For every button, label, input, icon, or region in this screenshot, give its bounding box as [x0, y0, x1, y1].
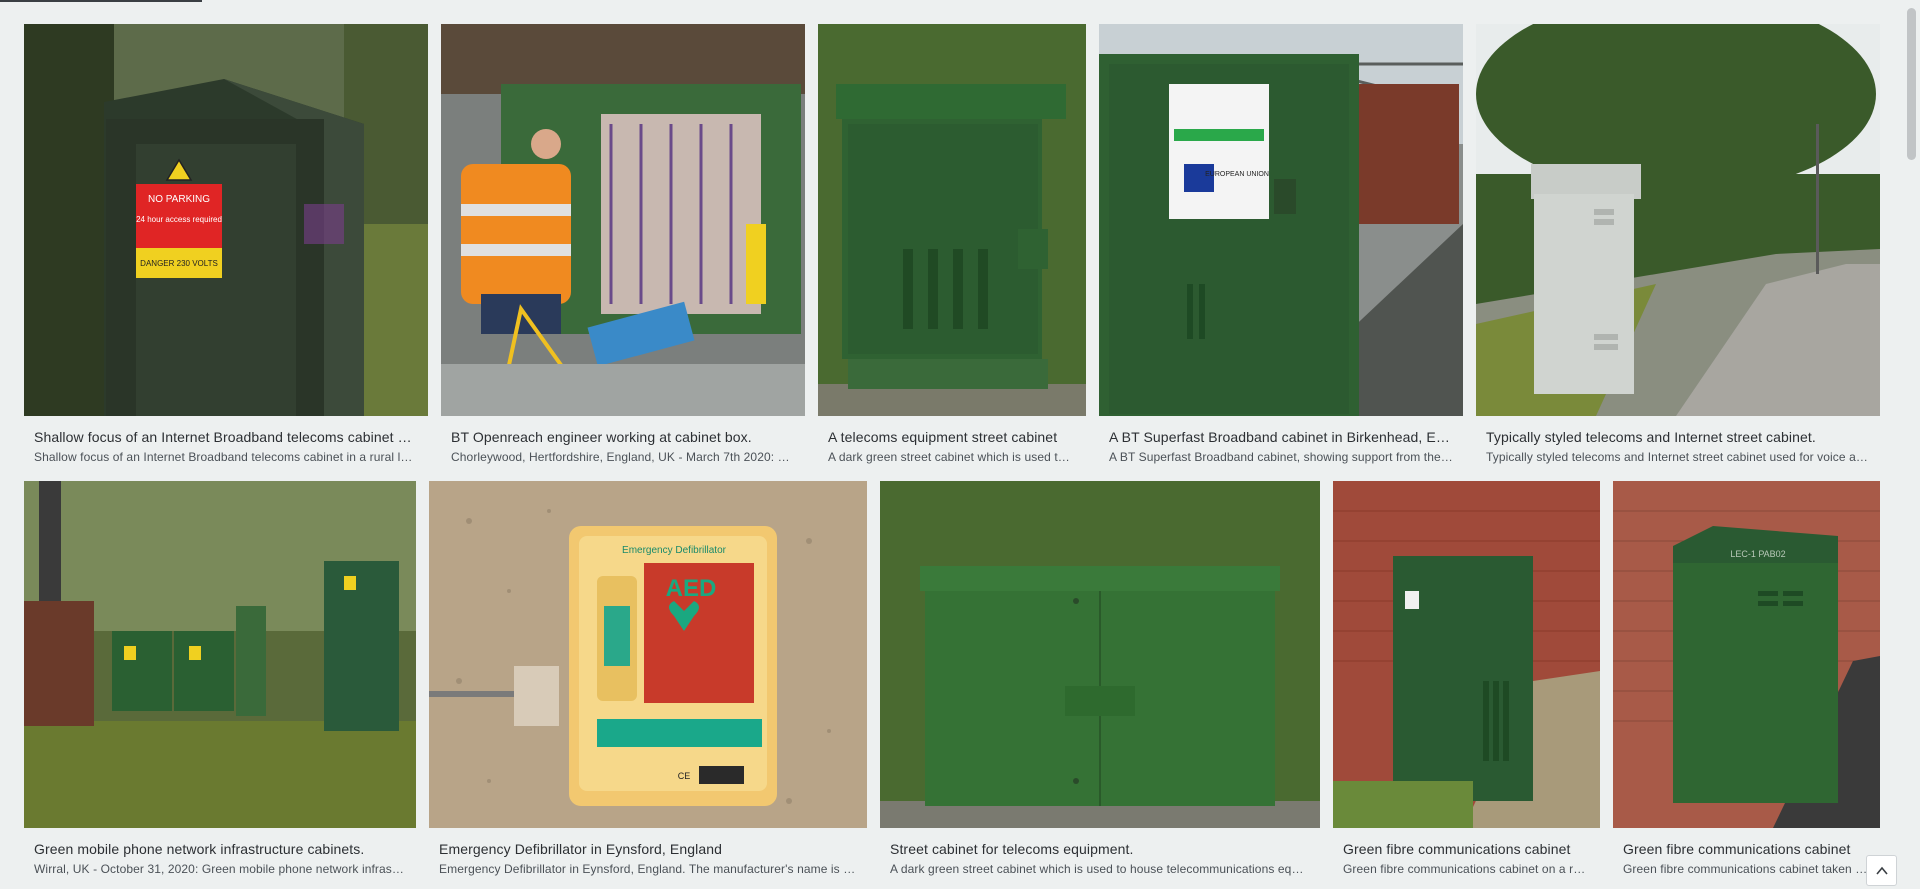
image-description: Green fibre communications cabinet on a …	[1343, 862, 1590, 876]
top-tab-indicator	[0, 0, 202, 2]
image-description: A dark green street cabinet which is use…	[890, 862, 1310, 876]
image-title[interactable]: A telecoms equipment street cabinet	[828, 428, 1076, 446]
image-card[interactable]: Green fibre communications cabinet Green…	[1333, 481, 1600, 889]
thumbnail[interactable]	[880, 481, 1320, 828]
street-cabinet-photo-image	[880, 481, 1320, 828]
thumbnail[interactable]	[1333, 481, 1600, 828]
image-title[interactable]: Emergency Defibrillator in Eynsford, Eng…	[439, 840, 857, 858]
caption: Shallow focus of an Internet Broadband t…	[24, 416, 428, 465]
caption: Street cabinet for telecoms equipment. A…	[880, 828, 1320, 877]
image-title[interactable]: Green fibre communications cabinet	[1343, 840, 1590, 858]
thumbnail[interactable]: LEC-1 PAB02	[1613, 481, 1880, 828]
caption: BT Openreach engineer working at cabinet…	[441, 416, 805, 465]
broadband-cabinet-photo-image: EUROPEAN UNION	[1099, 24, 1463, 416]
image-title[interactable]: Typically styled telecoms and Internet s…	[1486, 428, 1870, 446]
image-card[interactable]: Typically styled telecoms and Internet s…	[1476, 24, 1880, 466]
caption: Green fibre communications cabinet Green…	[1613, 828, 1880, 877]
sign-danger: DANGER 230 VOLTS	[140, 259, 218, 268]
fibre-cabinet-brick-photo-image: LEC-1 PAB02	[1613, 481, 1880, 828]
white-cabinet-photo-image	[1476, 24, 1880, 416]
caption: Emergency Defibrillator in Eynsford, Eng…	[429, 828, 867, 877]
thumbnail[interactable]: NO PARKING 24 hour access required DANGE…	[24, 24, 428, 416]
image-card[interactable]: Emergency Defibrillator AED CE Emergency…	[429, 481, 867, 889]
thumbnail[interactable]: Emergency Defibrillator AED CE	[429, 481, 867, 828]
image-card[interactable]: EUROPEAN UNION A BT Superfast Broadband …	[1099, 24, 1463, 466]
image-title[interactable]: A BT Superfast Broadband cabinet in Birk…	[1109, 428, 1453, 446]
image-description: Wirral, UK - October 31, 2020: Green mob…	[34, 862, 406, 876]
image-card[interactable]: LEC-1 PAB02 Green fibre communications c…	[1613, 481, 1880, 889]
image-title[interactable]: BT Openreach engineer working at cabinet…	[451, 428, 795, 446]
thumbnail[interactable]	[441, 24, 805, 416]
thumbnail[interactable]: EUROPEAN UNION	[1099, 24, 1463, 416]
image-gallery: NO PARKING 24 hour access required DANGE…	[24, 24, 1880, 889]
thumbnail[interactable]	[818, 24, 1086, 416]
aed-label: AED	[666, 575, 717, 602]
image-description: Shallow focus of an Internet Broadband t…	[34, 450, 418, 464]
image-description: A dark green street cabinet which is use…	[828, 450, 1076, 464]
vertical-scrollbar[interactable]	[1903, 0, 1920, 889]
thumbnail[interactable]	[1476, 24, 1880, 416]
eu-label: EUROPEAN UNION	[1205, 171, 1269, 178]
network-cabinets-photo-image	[24, 481, 416, 828]
thumbnail[interactable]	[24, 481, 416, 828]
image-card[interactable]: Green mobile phone network infrastructur…	[24, 481, 416, 889]
image-description: Green fibre communications cabinet taken…	[1623, 862, 1870, 876]
chevron-up-icon	[1875, 866, 1888, 875]
cabinet-code: LEC-1 PAB02	[1730, 549, 1785, 559]
sign-no-parking: NO PARKING	[148, 194, 210, 205]
sign-access: 24 hour access required	[136, 215, 222, 224]
image-description: A BT Superfast Broadband cabinet, showin…	[1109, 450, 1453, 464]
back-to-top-button[interactable]	[1866, 855, 1897, 886]
defibrillator-photo-image: Emergency Defibrillator AED CE	[429, 481, 867, 828]
image-card[interactable]: Street cabinet for telecoms equipment. A…	[880, 481, 1320, 889]
scrollbar-thumb[interactable]	[1907, 8, 1916, 160]
fibre-cabinet-photo-image	[1333, 481, 1600, 828]
image-card[interactable]: A telecoms equipment street cabinet A da…	[818, 24, 1086, 466]
caption: Green fibre communications cabinet Green…	[1333, 828, 1600, 877]
caption: Green mobile phone network infrastructur…	[24, 828, 416, 877]
image-card[interactable]: BT Openreach engineer working at cabinet…	[441, 24, 805, 466]
image-title[interactable]: Shallow focus of an Internet Broadband t…	[34, 428, 418, 446]
ce-label: CE	[678, 771, 691, 781]
defib-header: Emergency Defibrillator	[622, 545, 727, 556]
gallery-row: Green mobile phone network infrastructur…	[24, 481, 1880, 889]
engineer-photo-image	[441, 24, 805, 416]
caption: Typically styled telecoms and Internet s…	[1476, 416, 1880, 465]
gallery-row: NO PARKING 24 hour access required DANGE…	[24, 24, 1880, 466]
image-description: Emergency Defibrillator in Eynsford, Eng…	[439, 862, 857, 876]
caption: A telecoms equipment street cabinet A da…	[818, 416, 1086, 465]
image-description: Typically styled telecoms and Internet s…	[1486, 450, 1870, 464]
caption: A BT Superfast Broadband cabinet in Birk…	[1099, 416, 1463, 465]
image-description: Chorleywood, Hertfordshire, England, UK …	[451, 450, 795, 464]
green-cabinet-photo-image	[818, 24, 1086, 416]
image-title[interactable]: Street cabinet for telecoms equipment.	[890, 840, 1310, 858]
image-title[interactable]: Green fibre communications cabinet	[1623, 840, 1870, 858]
image-card[interactable]: NO PARKING 24 hour access required DANGE…	[24, 24, 428, 466]
image-title[interactable]: Green mobile phone network infrastructur…	[34, 840, 406, 858]
cabinet-photo-image: NO PARKING 24 hour access required DANGE…	[24, 24, 428, 416]
